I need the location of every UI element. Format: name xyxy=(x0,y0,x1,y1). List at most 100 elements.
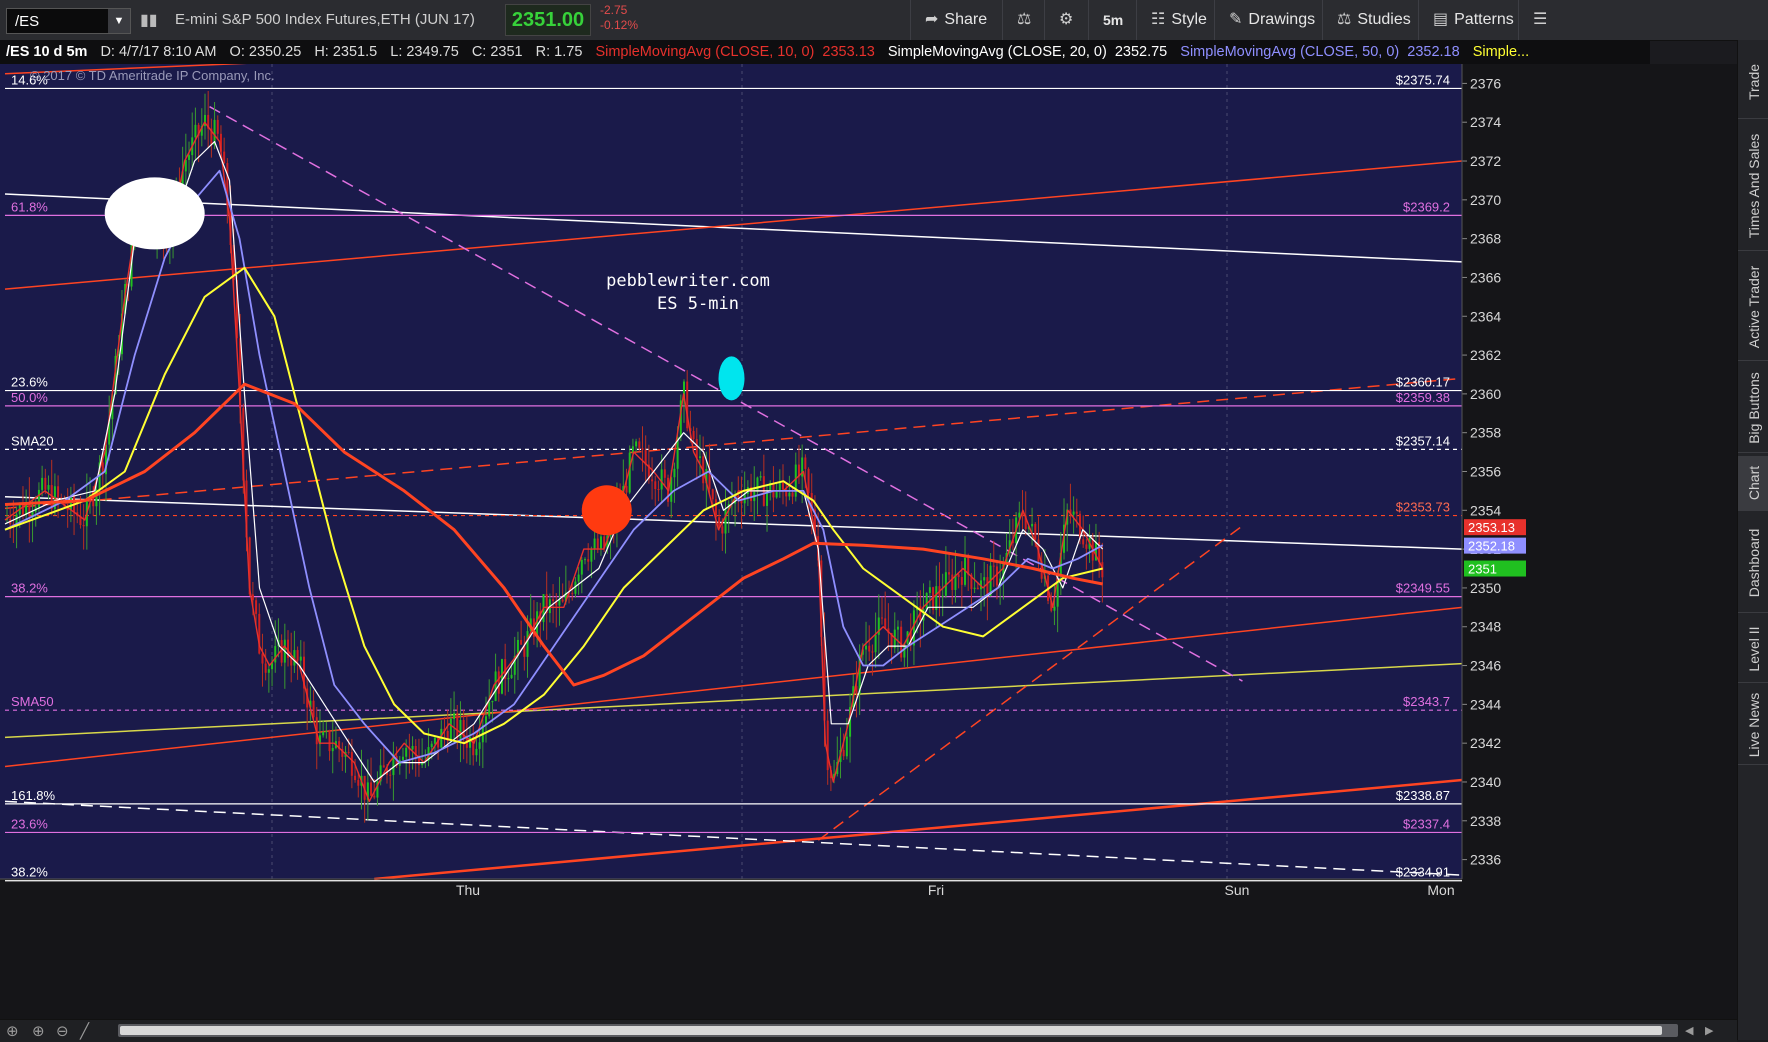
x-tick-label: Sun xyxy=(1225,882,1250,898)
candle-body xyxy=(520,639,523,645)
candle-body xyxy=(928,587,931,593)
level-left-label: 38.2% xyxy=(11,865,48,880)
candle-body xyxy=(37,489,40,508)
symbol-text: /ES xyxy=(15,13,40,30)
patterns-button[interactable]: ▤ Patterns xyxy=(1418,0,1518,40)
candle-body xyxy=(896,626,899,630)
candle-body xyxy=(82,524,85,527)
symbol-period: /ES 10 d 5m xyxy=(6,44,88,60)
candle-body xyxy=(845,736,848,757)
level-left-label: 38.2% xyxy=(11,581,48,596)
last-price: 2351.00 xyxy=(505,4,591,36)
candle-body xyxy=(807,468,810,494)
candle-body xyxy=(868,645,871,652)
zoom-in-icon[interactable]: ⊕ xyxy=(32,1022,45,1040)
sma50-label[interactable]: SimpleMovingAvg (CLOSE, 50, 0) xyxy=(1180,44,1399,60)
candle-body xyxy=(296,650,299,661)
level-left-label: SMA20 xyxy=(11,433,54,448)
side-tab-big-buttons[interactable]: Big Buttons xyxy=(1738,364,1768,453)
menu-button[interactable]: ☰ xyxy=(1518,0,1572,40)
candle-body xyxy=(941,595,944,597)
price-tag-label: 2352.18 xyxy=(1468,539,1515,554)
candle-body xyxy=(794,464,797,497)
horizontal-scrollbar[interactable] xyxy=(118,1024,1678,1037)
side-tab-active-trader[interactable]: Active Trader xyxy=(1738,254,1768,361)
side-tab-live-news[interactable]: Live News xyxy=(1738,686,1768,765)
candle-body xyxy=(884,618,887,629)
level-right-label: $2375.74 xyxy=(1396,72,1450,87)
candle-body xyxy=(497,671,500,694)
candle-body xyxy=(459,720,462,739)
symbol-selector[interactable]: /ES ▼ xyxy=(6,8,131,34)
candle-body xyxy=(1082,539,1085,545)
bottom-bar: ⊕ ⊕ ⊖ ╱ ◀ ▶ xyxy=(0,1019,1737,1042)
bar-range: R: 1.75 xyxy=(535,44,583,60)
candle-body xyxy=(711,489,714,500)
candle-body xyxy=(255,600,258,614)
candle-body xyxy=(430,743,433,748)
candle-body xyxy=(580,559,583,575)
side-tab-chart[interactable]: Chart xyxy=(1738,456,1768,511)
candle-body xyxy=(1053,606,1056,611)
candle-body xyxy=(874,634,877,653)
level-right-label: $2360.17 xyxy=(1396,375,1450,390)
y-tick-label: 2342 xyxy=(1470,735,1501,751)
crosshair-icon[interactable]: ⊕ xyxy=(6,1022,19,1040)
candle-body xyxy=(347,751,350,753)
candle-body xyxy=(804,457,807,469)
zoom-out-icon[interactable]: ⊖ xyxy=(56,1022,69,1040)
candle-body xyxy=(299,656,302,661)
flask-button[interactable]: ⚖ xyxy=(1002,0,1044,40)
studies-button[interactable]: ⚖ Studies xyxy=(1322,0,1418,40)
candle-body xyxy=(507,678,510,680)
candle-body xyxy=(60,497,63,499)
scrollbar-thumb[interactable] xyxy=(120,1026,1662,1035)
level-left-label: SMA50 xyxy=(11,694,54,709)
candle-body xyxy=(983,577,986,581)
level-right-label: $2338.87 xyxy=(1396,788,1450,803)
candle-body xyxy=(976,587,979,590)
candle-body xyxy=(718,517,721,527)
candle-body xyxy=(488,702,491,717)
scroll-right-icon[interactable]: ▶ xyxy=(1705,1024,1713,1037)
more-studies-label[interactable]: Simple... xyxy=(1473,44,1529,60)
sma50-value: 2352.18 xyxy=(1407,44,1460,60)
candle-body xyxy=(389,774,392,776)
settings-button[interactable]: ⚙ xyxy=(1044,0,1088,40)
highlight-ellipse xyxy=(718,356,745,401)
side-tab-times-and-sales[interactable]: Times And Sales xyxy=(1738,122,1768,251)
side-tab-trade[interactable]: Trade xyxy=(1738,46,1768,119)
level-right-label: $2343.7 xyxy=(1403,694,1450,709)
chart-area[interactable]: 2336233823402342234423462348235023522354… xyxy=(0,64,1740,1019)
candle-body xyxy=(188,155,191,160)
chevron-down-icon[interactable]: ▼ xyxy=(108,9,130,33)
scroll-left-icon[interactable]: ◀ xyxy=(1685,1024,1693,1037)
drawings-button[interactable]: ✎ Drawings xyxy=(1214,0,1322,40)
y-tick-label: 2372 xyxy=(1470,153,1501,169)
candle-body xyxy=(766,491,769,506)
candle-body xyxy=(660,469,663,490)
level-right-label: $2357.14 xyxy=(1396,433,1450,448)
candle-body xyxy=(552,599,555,602)
candle-body xyxy=(778,482,781,492)
draw-icon[interactable]: ╱ xyxy=(80,1022,89,1040)
link-icon[interactable]: ▮▮ xyxy=(140,10,158,30)
sma20-label[interactable]: SimpleMovingAvg (CLOSE, 20, 0) xyxy=(888,44,1107,60)
side-tab-dashboard[interactable]: Dashboard xyxy=(1738,514,1768,613)
candle-body xyxy=(638,441,641,449)
sma10-label[interactable]: SimpleMovingAvg (CLOSE, 10, 0) xyxy=(595,44,814,60)
timeframe-button[interactable]: 5m xyxy=(1088,0,1136,40)
bar-date: D: 4/7/17 8:10 AM xyxy=(100,44,217,60)
side-tab-level-ii[interactable]: Level II xyxy=(1738,616,1768,683)
toolbar: /ES ▼ ▮▮ E-mini S&P 500 Index Futures,ET… xyxy=(0,0,1768,41)
style-button[interactable]: ☷ Style xyxy=(1136,0,1214,40)
candle-body xyxy=(657,489,660,491)
flask-icon: ⚖ xyxy=(1337,11,1352,28)
price-chart[interactable]: 2336233823402342234423462348235023522354… xyxy=(0,64,1737,1019)
y-tick-label: 2344 xyxy=(1470,696,1501,712)
candle-body xyxy=(577,574,580,582)
candle-body xyxy=(957,574,960,578)
y-tick-label: 2374 xyxy=(1470,114,1501,130)
time-axis-panel xyxy=(0,879,1462,1019)
share-button[interactable]: ➦ Share xyxy=(910,0,1002,40)
